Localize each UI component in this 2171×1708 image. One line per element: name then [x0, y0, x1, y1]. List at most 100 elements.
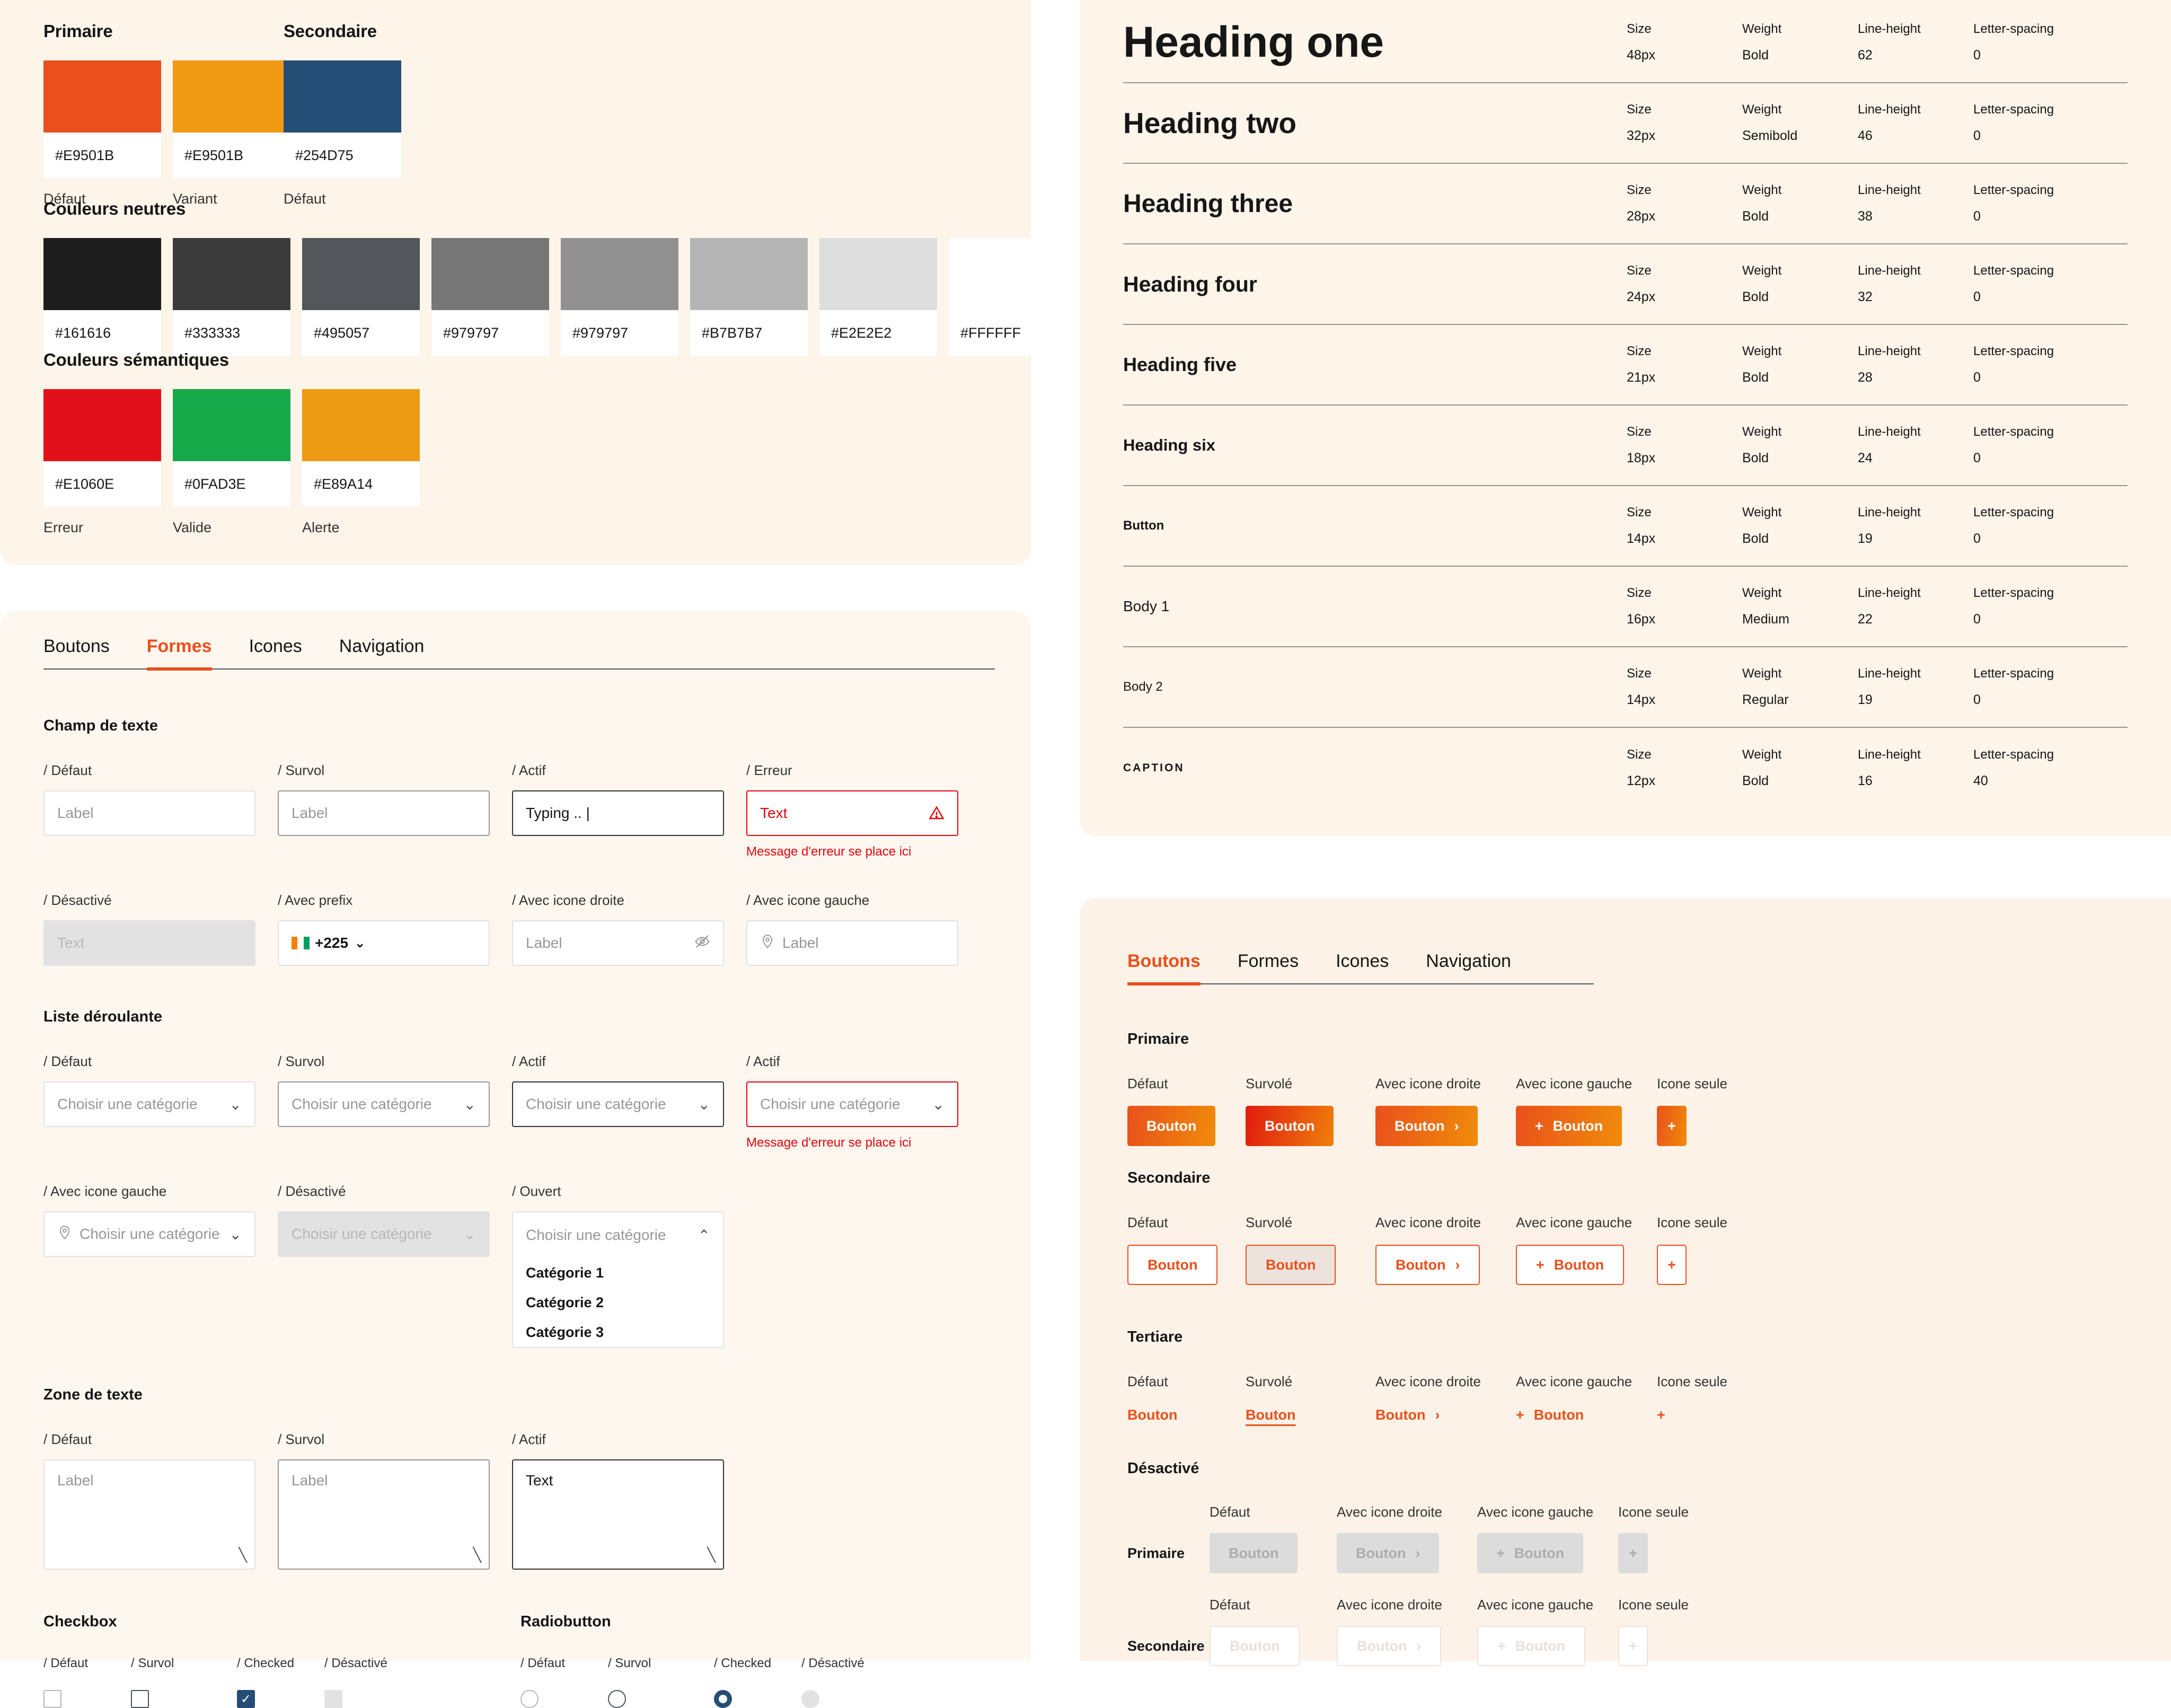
tab-icones[interactable]: Icones	[1336, 951, 1389, 983]
select-open-head[interactable]: Choisir une catégorie ⌃	[513, 1212, 723, 1258]
tertiary-button-right-icon[interactable]: Bouton ›	[1375, 1407, 1440, 1423]
color-swatch: #979797	[561, 238, 678, 356]
primary-button-left-icon[interactable]: + Bouton	[1516, 1106, 1622, 1146]
textarea-active[interactable]: Text ╲	[512, 1459, 724, 1570]
secondary-button-left-icon[interactable]: + Bouton	[1516, 1245, 1625, 1285]
column-label: Avec icone droite	[1375, 1076, 1481, 1091]
tab-boutons[interactable]: Boutons	[43, 636, 110, 668]
typography-sample: Heading four	[1123, 271, 1257, 296]
tertiary-button-left-icon[interactable]: + Bouton	[1516, 1407, 1584, 1423]
radio-checked[interactable]	[714, 1690, 732, 1708]
chevron-down-icon[interactable]: ⌄	[698, 1096, 710, 1113]
chevron-down-icon[interactable]: ⌄	[932, 1096, 945, 1113]
select-option[interactable]: Catégorie 2	[513, 1288, 723, 1317]
text-input-hover[interactable]: Label	[278, 790, 490, 836]
color-swatch: #FFFFFF	[949, 238, 1066, 356]
tertiary-button-icon-only[interactable]: +	[1657, 1407, 1665, 1423]
radio-default[interactable]	[520, 1690, 539, 1708]
spec-label: Line-height	[1858, 425, 1921, 439]
text-input-error[interactable]: Text	[746, 790, 958, 836]
secondary-button-icon-only[interactable]: +	[1657, 1245, 1687, 1285]
chevron-down-icon: ⌄	[463, 1226, 476, 1243]
secondary-button-hover[interactable]: Bouton	[1246, 1245, 1336, 1285]
input-value: Typing .. |	[526, 805, 590, 821]
select-hover[interactable]: Choisir une catégorie ⌄	[278, 1081, 490, 1127]
column-label: Avec icone gauche	[1477, 1597, 1594, 1613]
checkbox-checked[interactable]: ✓	[237, 1690, 255, 1708]
plus-icon: +	[1657, 1407, 1665, 1423]
select-option[interactable]: Catégorie 3	[513, 1317, 723, 1347]
color-hex: #161616	[43, 310, 161, 356]
chevron-up-icon[interactable]: ⌃	[698, 1227, 710, 1244]
secondary-button-right-icon[interactable]: Bouton ›	[1375, 1245, 1480, 1285]
textarea-group-title: Zone de texte	[43, 1386, 143, 1403]
text-input-with-prefix[interactable]: +225 ⌄	[278, 920, 490, 966]
typography-spec: Weight Bold	[1742, 505, 1858, 547]
column-label: Survolé	[1246, 1076, 1293, 1091]
textarea-default[interactable]: Label ╲	[43, 1459, 255, 1570]
color-hex: #254D75	[284, 133, 401, 178]
color-hex: #E1060E	[43, 461, 161, 507]
state-label: / Survol	[278, 762, 325, 778]
color-caption: Valide	[173, 520, 212, 535]
state-label: / Défaut	[43, 762, 92, 778]
primary-button-icon-only[interactable]: +	[1657, 1106, 1687, 1146]
state-label: / Avec icone droite	[512, 892, 624, 908]
text-input-active[interactable]: Typing .. |	[512, 790, 724, 836]
disabled-secondary-default: Bouton	[1210, 1626, 1300, 1666]
tab-navigation[interactable]: Navigation	[1426, 951, 1511, 983]
checkbox-hover[interactable]	[131, 1690, 149, 1708]
text-input-right-icon[interactable]: Label	[512, 920, 724, 966]
spec-value: Bold	[1742, 773, 1769, 788]
tab-boutons[interactable]: Boutons	[1127, 951, 1201, 985]
checkbox-default[interactable]	[43, 1690, 61, 1708]
color-chip	[173, 389, 290, 461]
tab-icones[interactable]: Icones	[249, 636, 302, 668]
resize-grip-icon[interactable]: ╲	[707, 1547, 716, 1563]
tab-formes[interactable]: Formes	[146, 636, 212, 671]
select-default[interactable]: Choisir une catégorie ⌄	[43, 1081, 255, 1127]
tertiary-button-hover[interactable]: Bouton	[1246, 1407, 1295, 1423]
chevron-down-icon[interactable]: ⌄	[464, 1096, 476, 1113]
secondary-button-default[interactable]: Bouton	[1127, 1245, 1218, 1285]
select-option[interactable]: Catégorie 1	[513, 1258, 723, 1288]
select-left-icon[interactable]: Choisir une catégorie ⌄	[43, 1211, 255, 1257]
ivory-coast-flag-icon	[292, 937, 310, 949]
spec-value: 12px	[1627, 773, 1656, 788]
select-error[interactable]: Choisir une catégorie ⌄	[746, 1081, 958, 1127]
eye-off-icon[interactable]	[694, 934, 710, 953]
text-input-left-icon[interactable]: Label	[746, 920, 958, 966]
column-label: Défaut	[1127, 1214, 1168, 1230]
primary-button-hover[interactable]: Bouton	[1246, 1106, 1334, 1146]
tab-navigation[interactable]: Navigation	[339, 636, 425, 668]
color-chip	[561, 238, 678, 310]
radio-hover[interactable]	[608, 1690, 626, 1708]
select-open[interactable]: Choisir une catégorie ⌃ Catégorie 1 Caté…	[512, 1211, 724, 1348]
tab-formes[interactable]: Formes	[1238, 951, 1299, 983]
primary-button-default[interactable]: Bouton	[1127, 1106, 1216, 1146]
state-label: / Avec prefix	[278, 892, 353, 908]
textarea-hover[interactable]: Label ╲	[278, 1459, 490, 1570]
column-label: Avec icone gauche	[1516, 1214, 1632, 1230]
typography-spec: Weight Bold	[1742, 747, 1858, 789]
spec-value: 46	[1858, 128, 1873, 143]
chevron-down-icon[interactable]: ⌄	[230, 1096, 242, 1113]
text-input-default[interactable]: Label	[43, 790, 255, 836]
resize-grip-icon[interactable]: ╲	[239, 1547, 247, 1563]
column-label: Avec icone gauche	[1516, 1076, 1632, 1091]
chevron-down-icon[interactable]: ⌄	[230, 1226, 242, 1243]
select-active[interactable]: Choisir une catégorie ⌄	[512, 1081, 724, 1127]
typography-spec: Line-height 62	[1858, 22, 1973, 63]
typography-spec: Weight Bold	[1742, 263, 1858, 305]
primary-buttons-title: Primaire	[1127, 1031, 1189, 1047]
resize-grip-icon[interactable]: ╲	[473, 1547, 481, 1563]
tertiary-button-default[interactable]: Bouton	[1127, 1407, 1177, 1423]
spec-label: Line-height	[1858, 22, 1921, 36]
button-label: Bouton	[1375, 1407, 1426, 1423]
spec-label: Size	[1627, 263, 1652, 278]
chevron-down-icon[interactable]: ⌄	[355, 936, 365, 951]
typography-sample: Heading one	[1123, 18, 1384, 66]
primary-button-right-icon[interactable]: Bouton ›	[1375, 1106, 1478, 1146]
spec-label: Weight	[1742, 425, 1782, 439]
tertiary-buttons-title: Tertiare	[1127, 1328, 1183, 1345]
